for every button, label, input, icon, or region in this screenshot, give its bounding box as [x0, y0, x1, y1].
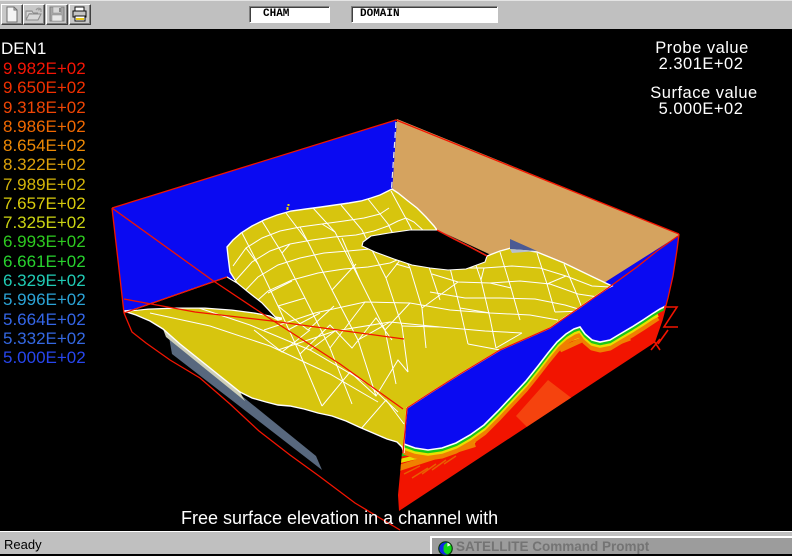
svg-text:5.332E+02: 5.332E+02 [3, 329, 86, 348]
svg-text:7.325E+02: 7.325E+02 [3, 213, 86, 232]
svg-text:6.329E+02: 6.329E+02 [3, 271, 86, 290]
svg-text:6.661E+02: 6.661E+02 [3, 252, 86, 271]
svg-text:8.654E+02: 8.654E+02 [3, 136, 86, 155]
svg-text:2.301E+02: 2.301E+02 [659, 55, 744, 73]
svg-text:7.657E+02: 7.657E+02 [3, 194, 86, 213]
svg-text:9.650E+02: 9.650E+02 [3, 78, 86, 97]
svg-text:8.322E+02: 8.322E+02 [3, 155, 86, 174]
svg-text:8.986E+02: 8.986E+02 [3, 117, 86, 136]
svg-text:9.982E+02: 9.982E+02 [3, 59, 86, 78]
svg-text:5.664E+02: 5.664E+02 [3, 310, 86, 329]
svg-text:6.993E+02: 6.993E+02 [3, 232, 86, 251]
svg-text:DEN1: DEN1 [1, 39, 46, 58]
svg-text:5.000E+02: 5.000E+02 [3, 348, 86, 367]
svg-text:5.000E+02: 5.000E+02 [659, 100, 744, 118]
svg-text:7.989E+02: 7.989E+02 [3, 175, 86, 194]
svg-text:9.318E+02: 9.318E+02 [3, 98, 86, 117]
svg-text:Free surface elevation in a ch: Free surface elevation in a channel with [181, 508, 498, 528]
svg-text:5.996E+02: 5.996E+02 [3, 290, 86, 309]
